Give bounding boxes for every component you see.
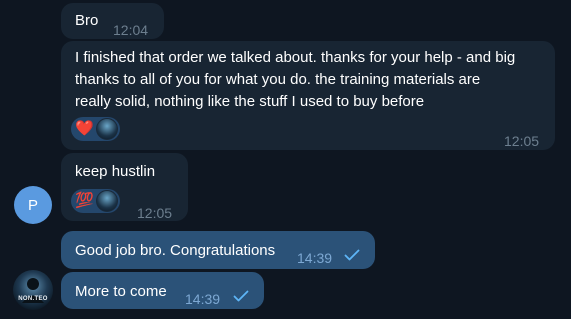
- check-icon: [344, 249, 360, 261]
- message-line: I finished that order we talked about. t…: [75, 49, 516, 66]
- message-text: Good job bro. Congratulations: [75, 242, 276, 259]
- message-time: 12:04: [113, 22, 149, 38]
- reactor-avatar: [95, 190, 118, 212]
- message-line: really solid, nothing like the stuff I u…: [75, 93, 425, 110]
- hundred-points-icon: 💯: [75, 192, 94, 209]
- reactions: 💯: [71, 189, 120, 213]
- message-bubble-incoming[interactable]: keep hustlin 💯 12:05: [61, 153, 188, 221]
- message-text: keep hustlin: [75, 163, 156, 180]
- profile-figure-icon: [22, 278, 44, 303]
- message-bubble-incoming[interactable]: Bro 12:04: [61, 3, 164, 39]
- reaction-hundred[interactable]: 💯: [71, 189, 120, 213]
- reaction-heart[interactable]: ❤️: [71, 117, 120, 141]
- message-time: 14:39: [297, 250, 333, 266]
- message-text: More to come: [75, 283, 167, 300]
- message-time: 14:39: [185, 291, 221, 307]
- check-icon: [233, 290, 249, 302]
- message-time: 12:05: [137, 205, 173, 221]
- message-bubble-outgoing[interactable]: More to come 14:39: [61, 272, 264, 309]
- message-time: 12:05: [504, 133, 540, 149]
- message-bubble-incoming[interactable]: I finished that order we talked about. t…: [61, 41, 555, 150]
- heart-icon: ❤️: [75, 120, 94, 137]
- reactor-avatar: [95, 118, 118, 140]
- message-text: I finished that order we talked about. t…: [75, 47, 551, 113]
- message-text: Bro: [75, 12, 99, 29]
- message-line: thanks to all of you for what you do. th…: [75, 71, 481, 88]
- avatar-label: NON.TEO: [18, 296, 48, 302]
- avatar-initial: P: [27, 196, 38, 214]
- message-bubble-outgoing[interactable]: Good job bro. Congratulations 14:39: [61, 231, 375, 269]
- reactions: ❤️: [71, 117, 120, 141]
- self-avatar[interactable]: NON.TEO: [13, 270, 53, 310]
- contact-avatar[interactable]: P: [14, 186, 52, 224]
